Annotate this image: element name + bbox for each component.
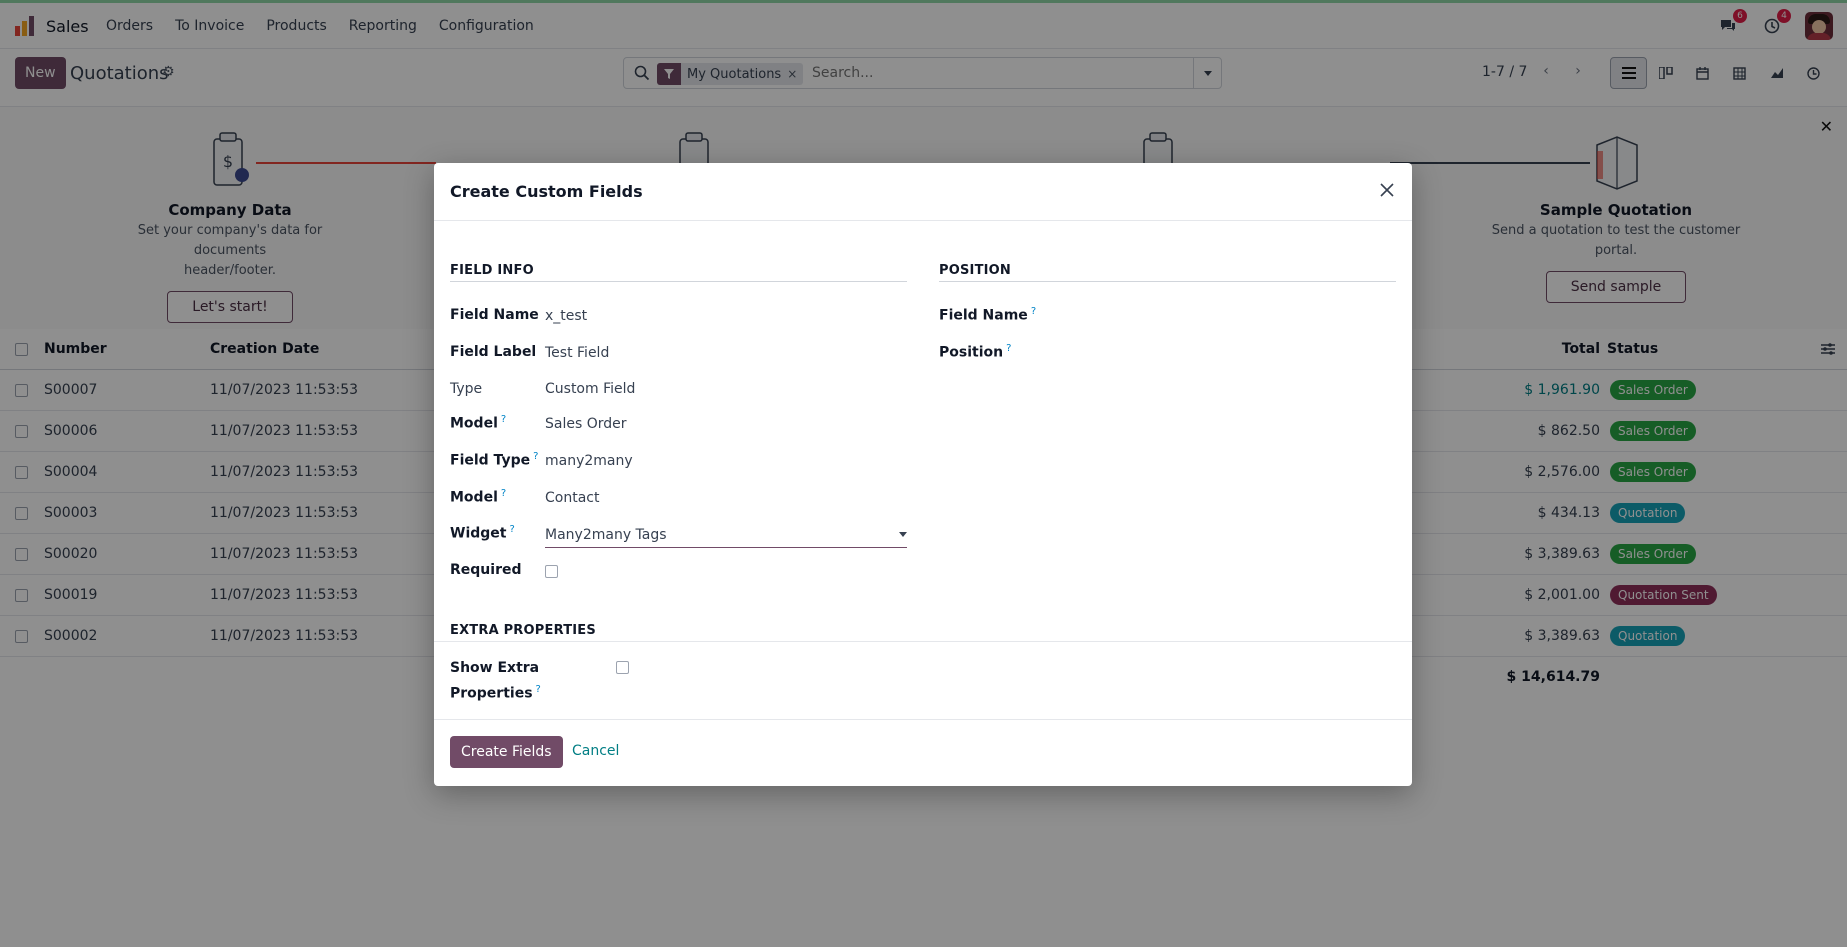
widget-select[interactable]: Many2many Tags — [545, 524, 907, 548]
field-name-value: x_test — [545, 308, 588, 324]
dialog-header: Create Custom Fields — [434, 163, 1412, 221]
field-name-label: Field Name — [450, 307, 539, 323]
section-divider — [939, 281, 1396, 282]
required-checkbox[interactable] — [545, 565, 558, 578]
section-title-field-info: FIELD INFO — [450, 263, 534, 278]
model-label: Model? — [450, 414, 507, 432]
help-icon[interactable]: ? — [1031, 306, 1036, 317]
type-value: Custom Field — [545, 381, 636, 397]
model-value: Sales Order — [545, 416, 627, 432]
field-type-value: many2many — [545, 453, 633, 469]
field-type-label: Field Type? — [450, 451, 539, 469]
help-icon[interactable]: ? — [501, 414, 506, 425]
relation-model-label: Model? — [450, 488, 507, 506]
cancel-button[interactable]: Cancel — [572, 743, 619, 759]
position-label: Position? — [939, 343, 1012, 361]
type-label: Type — [450, 381, 483, 397]
section-divider — [434, 641, 1412, 642]
field-label-value: Test Field — [545, 345, 610, 361]
dialog-title: Create Custom Fields — [450, 182, 643, 201]
position-field-name-label: Field Name? — [939, 306, 1037, 324]
close-icon[interactable] — [1376, 179, 1398, 201]
dialog-footer: Create Fields Cancel — [434, 719, 1412, 786]
section-title-extra-properties: EXTRA PROPERTIES — [450, 623, 596, 638]
field-label-label: Field Label — [450, 344, 537, 360]
create-fields-button[interactable]: Create Fields — [450, 736, 563, 768]
relation-model-value: Contact — [545, 490, 600, 506]
help-icon[interactable]: ? — [533, 451, 538, 462]
help-icon[interactable]: ? — [501, 488, 506, 499]
section-title-position: POSITION — [939, 263, 1012, 278]
widget-label: Widget? — [450, 524, 515, 542]
widget-selected-value: Many2many Tags — [545, 527, 667, 543]
create-custom-fields-dialog: Create Custom Fields FIELD INFO Field Na… — [434, 163, 1412, 786]
help-icon[interactable]: ? — [536, 684, 541, 695]
required-label: Required — [450, 562, 522, 578]
show-extra-properties-checkbox[interactable] — [616, 661, 629, 674]
show-extra-properties-label: Show Extra Properties? — [450, 660, 541, 702]
caret-down-icon — [899, 532, 907, 537]
section-divider — [450, 281, 907, 282]
help-icon[interactable]: ? — [1006, 343, 1011, 354]
help-icon[interactable]: ? — [509, 524, 514, 535]
